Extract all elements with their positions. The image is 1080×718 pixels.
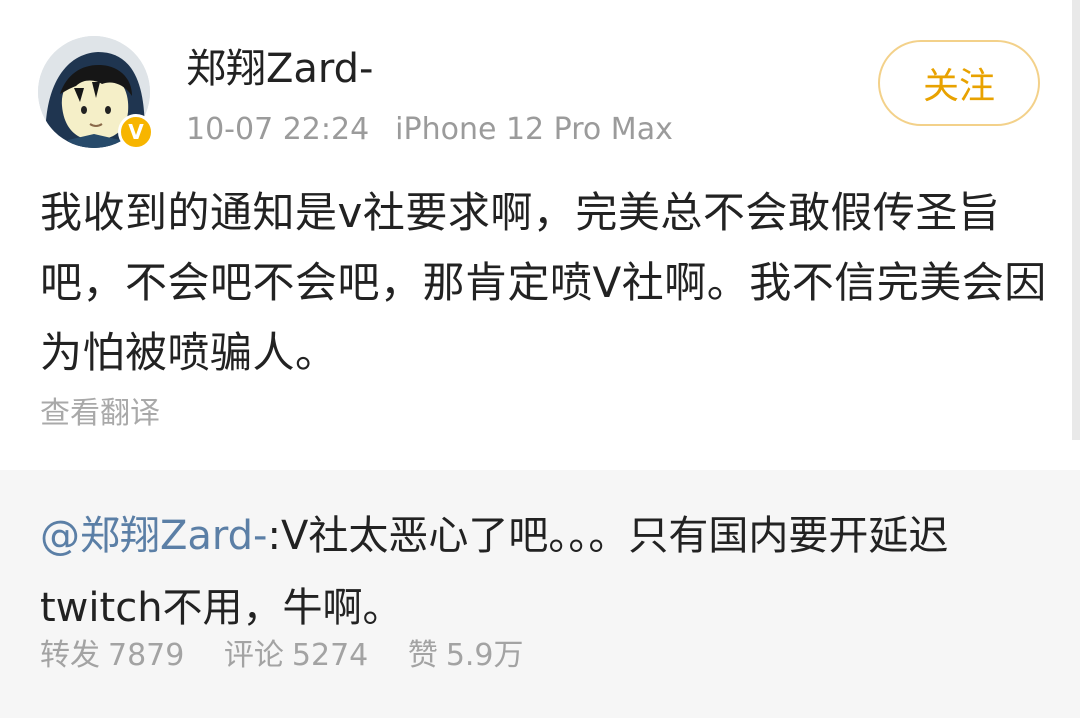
post-text: 我收到的通知是v社要求啊，完美总不会敢假传圣旨吧，不会吧不会吧，那肯定喷V社啊。… xyxy=(40,188,1047,377)
quoted-post-text: @郑翔Zard-:V社太恶心了吧。。。只有国内要开延迟twitch不用，牛啊。 xyxy=(40,500,1050,644)
repost-number: 7879 xyxy=(108,638,185,673)
quoted-post[interactable]: @郑翔Zard-:V社太恶心了吧。。。只有国内要开延迟twitch不用，牛啊。 … xyxy=(0,470,1080,718)
like-number: 5.9万 xyxy=(445,638,524,673)
avatar-container[interactable]: V xyxy=(38,36,156,154)
scroll-edge xyxy=(1072,0,1080,440)
section-divider xyxy=(0,442,1080,470)
repost-label: 转发 xyxy=(40,638,100,673)
post-meta: 10-07 22:24 iPhone 12 Pro Max xyxy=(186,110,673,150)
post-date: 10-07 22:24 xyxy=(186,112,370,147)
follow-button[interactable]: 关注 xyxy=(878,40,1040,126)
mention-link[interactable]: @郑翔Zard- xyxy=(40,513,267,559)
repost-count[interactable]: 转发 7879 xyxy=(40,638,184,673)
weibo-post-page: V 郑翔Zard- 10-07 22:24 iPhone 12 Pro Max 关… xyxy=(0,0,1080,718)
view-translation-link[interactable]: 查看翻译 xyxy=(40,392,160,436)
engagement-stats: 转发 7879 评论 5274 赞 5.9万 xyxy=(40,636,554,676)
like-label: 赞 xyxy=(407,638,438,673)
post-device: iPhone 12 Pro Max xyxy=(395,112,673,147)
comment-count[interactable]: 评论 5274 xyxy=(224,638,368,673)
like-count[interactable]: 赞 5.9万 xyxy=(408,638,524,673)
comment-label: 评论 xyxy=(223,638,284,673)
username[interactable]: 郑翔Zard- xyxy=(186,44,373,94)
verified-badge-icon: V xyxy=(118,114,154,150)
comment-number: 5274 xyxy=(291,638,369,673)
